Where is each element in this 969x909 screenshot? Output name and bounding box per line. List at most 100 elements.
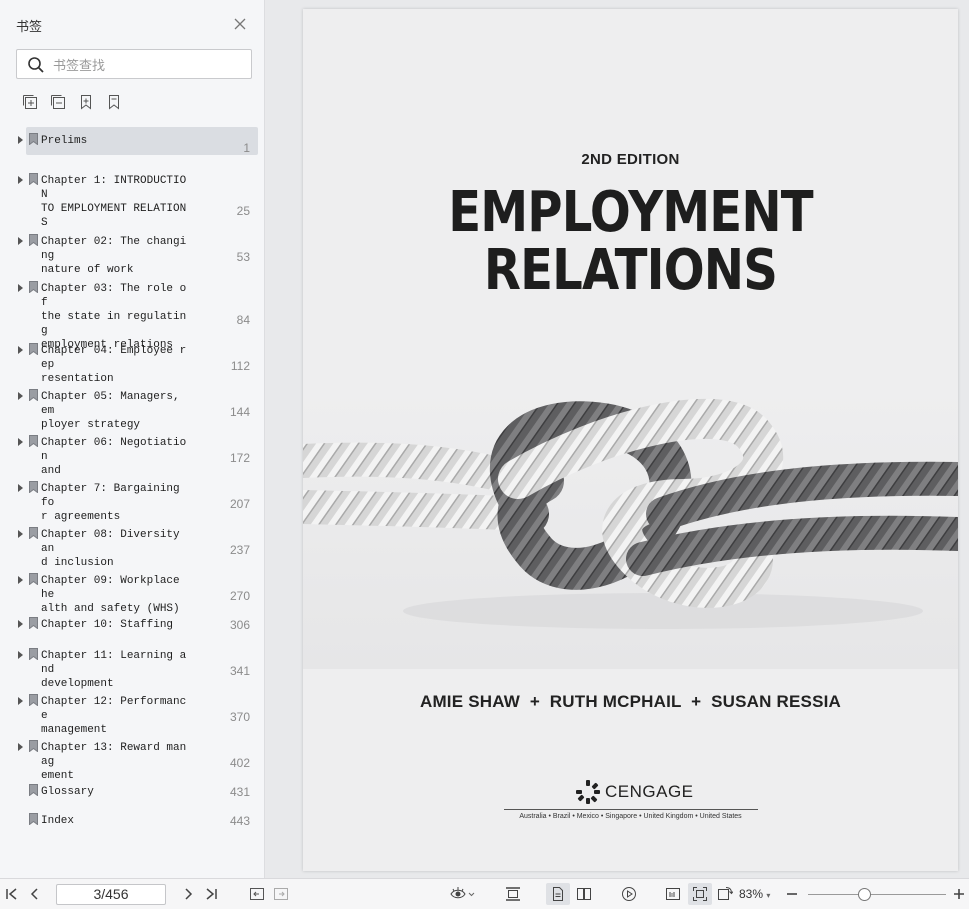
collapse-all-icon[interactable]: [50, 94, 66, 110]
bookmark-page-number: 402: [229, 756, 250, 770]
bookmark-item[interactable]: Chapter 10: Staffing 306: [18, 611, 258, 635]
publisher-logo: CENGAGE: [303, 779, 958, 809]
bookmark-flag-icon: [29, 389, 38, 401]
fit-page-icon: [693, 887, 707, 901]
bookmark-page-number: 1: [243, 141, 250, 155]
bookmark-item[interactable]: Glossary 431: [26, 778, 258, 800]
bookmark-page-number: 144: [229, 405, 250, 419]
bookmark-page-number: 270: [229, 589, 250, 603]
bookmark-search-input[interactable]: [53, 55, 243, 75]
bookmark-page-number: 431: [229, 785, 250, 799]
pdf-reader-window: 书签 书签查找 Prelims 1 Chapter 1: INTRODUCTIO…: [0, 0, 969, 909]
next-page-icon[interactable]: [180, 886, 196, 902]
expand-arrow-icon[interactable]: [18, 438, 23, 446]
first-page-icon[interactable]: [4, 886, 20, 902]
expand-arrow-icon[interactable]: [18, 176, 23, 184]
bookmark-flag-icon: [29, 527, 38, 539]
expand-arrow-icon[interactable]: [18, 651, 23, 659]
single-page-view-button[interactable]: [546, 883, 570, 905]
bookmark-title: Chapter 12: Performance management: [41, 696, 187, 736]
rotate-page-icon[interactable]: [717, 886, 733, 902]
authors-line: AMIE SHAW + RUTH MCPHAIL + SUSAN RESSIA: [419, 692, 842, 711]
bookmark-item[interactable]: Chapter 11: Learning and development 341: [18, 642, 258, 690]
zoom-slider-handle[interactable]: [858, 888, 871, 901]
bookmark-item[interactable]: Chapter 03: The role of the state in reg…: [18, 275, 258, 351]
expand-arrow-icon[interactable]: [18, 346, 23, 354]
bookmark-item[interactable]: Chapter 04: Employee rep resentation 112: [18, 337, 258, 385]
bookmark-page-number: 84: [236, 313, 250, 327]
single-page-icon: [553, 887, 563, 901]
document-view[interactable]: 2ND EDITION EMPLOYMENT RELATIONS AMIE SH…: [266, 0, 969, 878]
expand-arrow-icon[interactable]: [18, 576, 23, 584]
expand-arrow-icon[interactable]: [18, 620, 23, 628]
bookmark-flag-icon: [29, 133, 38, 145]
bookmark-title: Chapter 11: Learning and development: [41, 650, 187, 690]
bookmark-page-number: 53: [236, 250, 250, 264]
actual-size-icon[interactable]: [665, 886, 681, 902]
bookmark-page-number: 112: [230, 359, 250, 373]
bookmarks-panel-title: 书签: [16, 19, 43, 34]
fit-page-button[interactable]: [688, 883, 712, 905]
bookmark-flag-icon: [29, 481, 38, 493]
publisher-name: CENGAGE: [605, 782, 694, 801]
bookmark-item[interactable]: Chapter 12: Performance management 370: [18, 688, 258, 736]
bookmark-item[interactable]: Chapter 13: Reward manag ement 402: [18, 734, 258, 782]
bookmark-tools: [22, 94, 122, 110]
bookmark-title: Chapter 13: Reward manag ement: [41, 742, 187, 782]
page-number-input[interactable]: 3/456: [56, 884, 166, 905]
expand-arrow-icon[interactable]: [18, 284, 23, 292]
bookmark-title: Chapter 05: Managers, em ployer strategy: [41, 391, 180, 431]
expand-arrow-icon[interactable]: [18, 484, 23, 492]
zoom-out-icon[interactable]: [784, 886, 800, 902]
last-page-icon[interactable]: [203, 886, 219, 902]
bookmark-flag-icon: [29, 740, 38, 752]
expand-all-icon[interactable]: [22, 94, 38, 110]
zoom-level-dropdown[interactable]: 83% ▾: [739, 887, 770, 901]
expand-arrow-icon[interactable]: [18, 530, 23, 538]
expand-arrow-icon[interactable]: [18, 697, 23, 705]
zoom-slider-track[interactable]: [808, 894, 946, 895]
expand-arrow-icon[interactable]: [18, 392, 23, 400]
bookmark-item[interactable]: Chapter 05: Managers, em ployer strategy…: [18, 383, 258, 431]
play-slideshow-icon[interactable]: [621, 886, 637, 902]
bookmark-title: Chapter 08: Diversity an d inclusion: [41, 529, 180, 569]
search-icon: [28, 57, 44, 73]
expand-arrow-icon[interactable]: [18, 136, 23, 144]
two-page-view-icon[interactable]: [576, 886, 592, 902]
bookmark-icon[interactable]: [106, 94, 122, 110]
bookmark-item[interactable]: Prelims 1: [18, 127, 258, 155]
close-icon[interactable]: [233, 17, 247, 31]
bookmark-item[interactable]: Chapter 02: The changing nature of work 5…: [18, 228, 258, 276]
previous-page-icon[interactable]: [27, 886, 43, 902]
bookmark-item[interactable]: Chapter 08: Diversity an d inclusion 237: [18, 521, 258, 569]
add-bookmark-icon[interactable]: [78, 94, 94, 110]
single-page-scroll-icon[interactable]: [505, 886, 521, 902]
bookmark-title: Index: [41, 815, 75, 827]
bookmark-flag-icon: [29, 813, 38, 825]
bookmark-flag-icon: [29, 435, 38, 447]
bookmark-title: Chapter 7: Bargaining fo r agreements: [41, 483, 180, 523]
bookmark-item[interactable]: Chapter 06: Negotiation and 172: [18, 429, 258, 477]
bookmark-title: Chapter 06: Negotiation and: [41, 437, 187, 477]
cengage-logo-icon: [576, 780, 600, 804]
bookmark-flag-icon: [29, 648, 38, 660]
back-view-icon[interactable]: [249, 886, 265, 902]
bookmark-item[interactable]: Chapter 7: Bargaining fo r agreements 207: [18, 475, 258, 523]
forward-view-icon[interactable]: [273, 886, 289, 902]
bookmark-flag-icon: [29, 694, 38, 706]
bookmark-title: Chapter 04: Employee rep resentation: [41, 345, 187, 385]
expand-arrow-icon[interactable]: [18, 237, 23, 245]
bookmark-title: Prelims: [41, 135, 88, 147]
bookmark-item[interactable]: Chapter 1: INTRODUCTION TO EMPLOYMENT RE…: [18, 167, 258, 229]
bookmark-flag-icon: [29, 573, 38, 585]
bookmark-title: Chapter 09: Workplace he alth and safety…: [41, 575, 180, 615]
bookmark-title: Glossary: [41, 786, 94, 798]
book-title-line-2: RELATIONS: [483, 238, 778, 303]
bookmark-item[interactable]: Chapter 09: Workplace he alth and safety…: [18, 567, 258, 615]
zoom-in-icon[interactable]: [952, 886, 966, 902]
expand-arrow-icon[interactable]: [18, 743, 23, 751]
bookmark-item[interactable]: Index 443: [26, 807, 258, 829]
eye-care-mode-icon[interactable]: [450, 886, 476, 902]
bookmark-search-box[interactable]: [16, 49, 252, 79]
bookmark-page-number: 370: [229, 710, 250, 724]
